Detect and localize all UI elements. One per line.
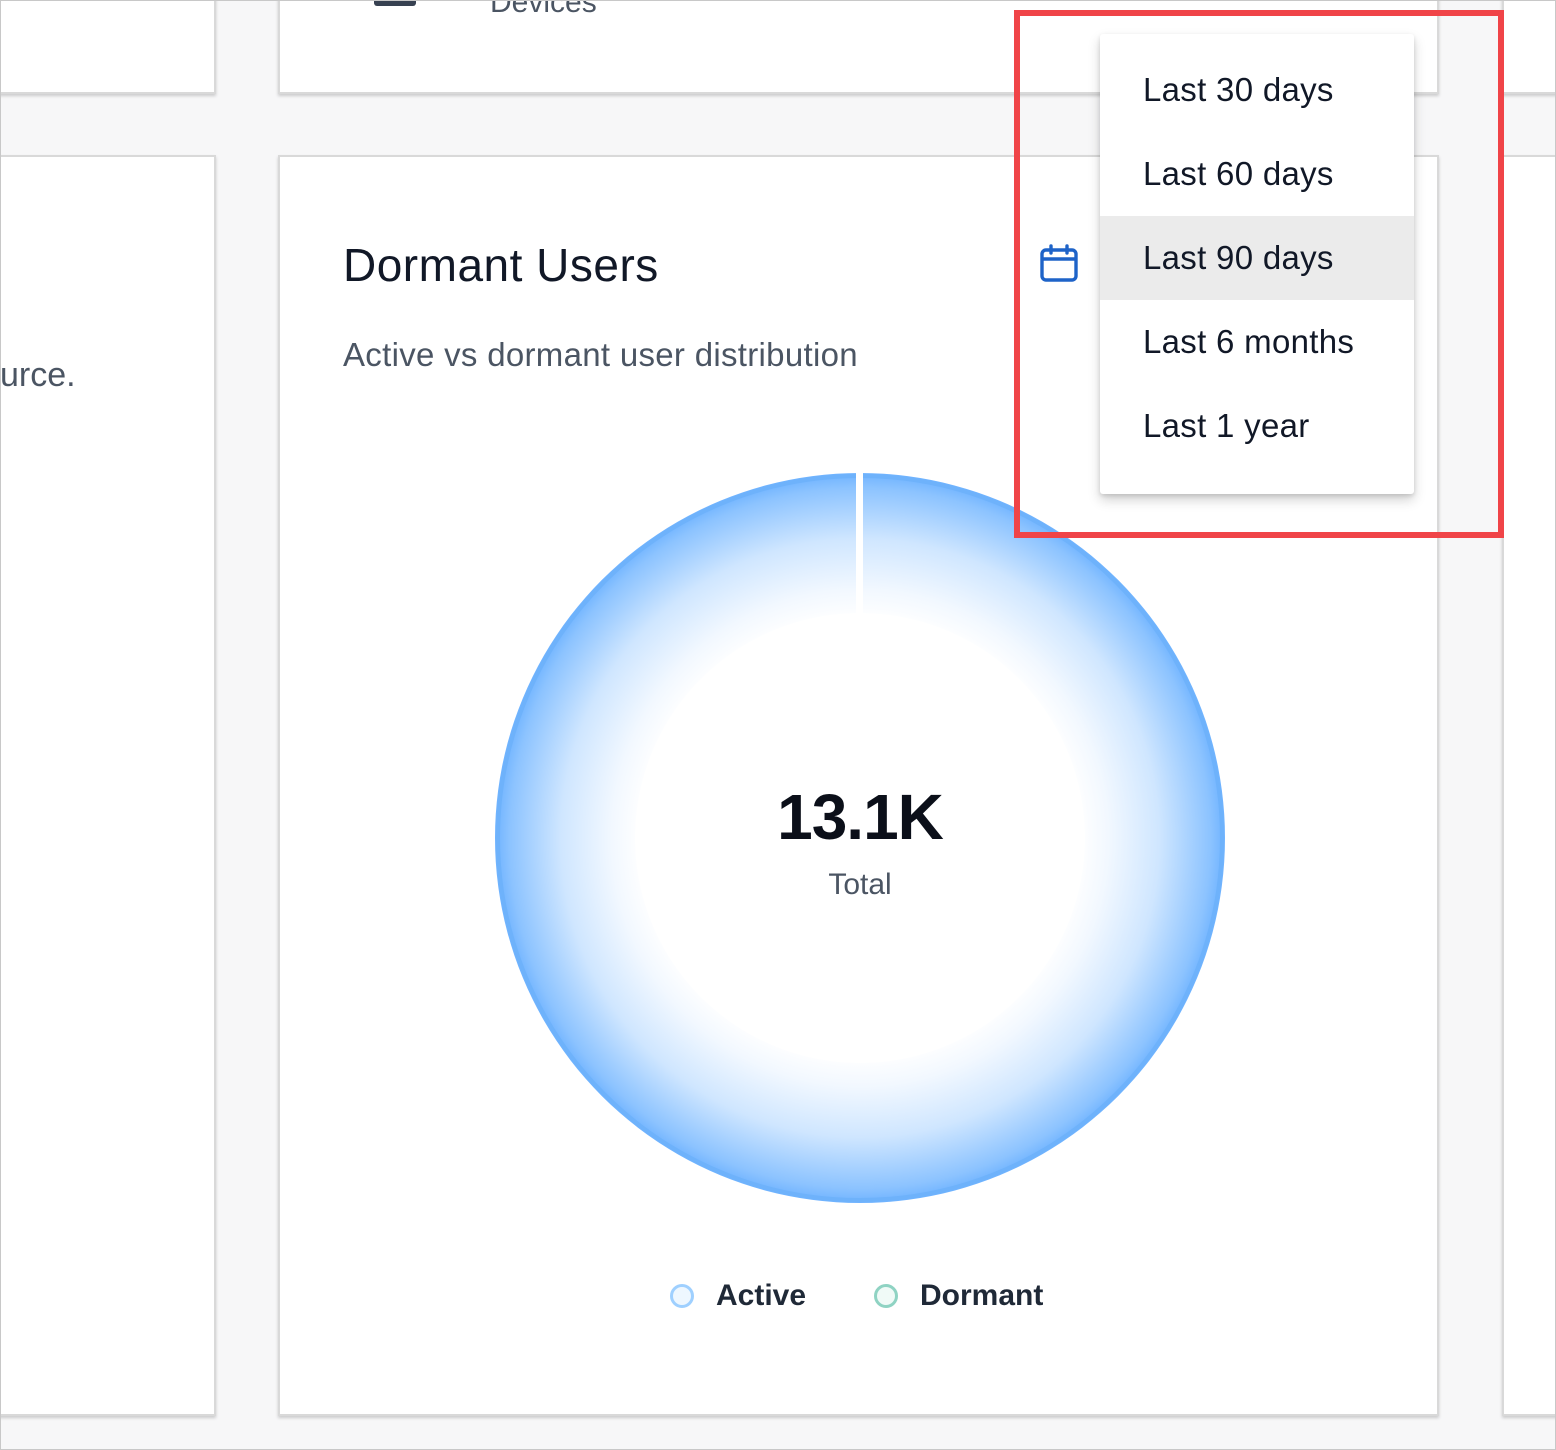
left-card — [0, 155, 216, 1416]
top-right-card — [1502, 0, 1556, 94]
card-title: Dormant Users — [343, 239, 659, 291]
date-range-button[interactable] — [1038, 243, 1080, 285]
menu-item-last-60-days[interactable]: Last 60 days — [1100, 132, 1414, 216]
legend-swatch-active — [670, 1284, 694, 1308]
left-card-text: urce. — [0, 356, 76, 394]
total-label: Total — [828, 868, 892, 901]
top-left-card — [0, 0, 216, 94]
total-value: 13.1K — [777, 781, 944, 853]
menu-item-last-1-year[interactable]: Last 1 year — [1100, 384, 1414, 468]
legend-item-active[interactable]: Active — [670, 1276, 806, 1316]
legend-item-dormant[interactable]: Dormant — [874, 1276, 1043, 1316]
menu-item-last-30-days[interactable]: Last 30 days — [1100, 48, 1414, 132]
menu-item-last-6-months[interactable]: Last 6 months — [1100, 300, 1414, 384]
donut-segment-gap — [856, 468, 863, 613]
legend-label-dormant: Dormant — [920, 1279, 1044, 1312]
card-subtitle: Active vs dormant user distribution — [343, 336, 858, 373]
menu-item-last-90-days[interactable]: Last 90 days — [1100, 216, 1414, 300]
devices-icon — [374, 0, 416, 6]
legend-swatch-dormant — [874, 1284, 898, 1308]
devices-label: Devices — [490, 0, 597, 19]
legend-label-active: Active — [716, 1279, 807, 1312]
date-range-menu: Last 30 days Last 60 days Last 90 days L… — [1100, 34, 1414, 494]
right-card — [1502, 155, 1556, 1416]
calendar-icon — [1040, 244, 1078, 282]
